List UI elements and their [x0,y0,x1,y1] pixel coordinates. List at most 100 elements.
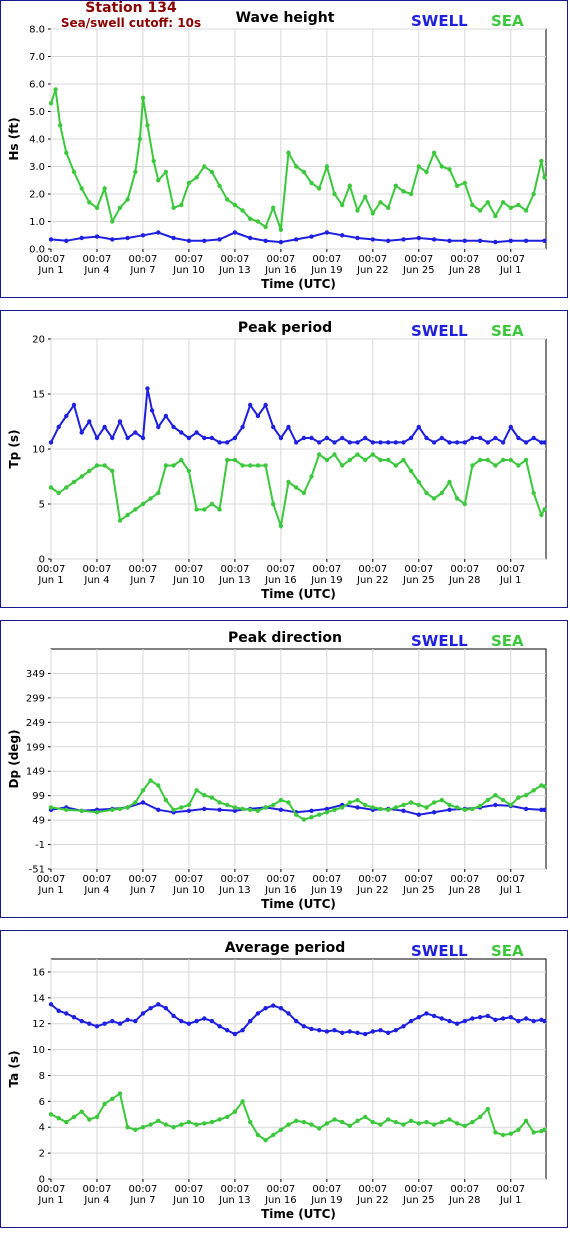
data-point-sea [133,1127,138,1132]
data-point-sea [317,452,322,457]
peak-period-panel: Peak period SWELL SEA 0 5 10 15 20 00:07 Jun 1 00:… [0,310,568,608]
y-tick-label: 8 [39,1071,45,1082]
data-point-swell [454,1021,460,1026]
data-point-sea [485,797,490,803]
data-point-sea [179,805,184,810]
y-tick-label: 7.0 [29,52,45,63]
x-tick-time: 00:07 [83,1184,112,1195]
data-point-sea [508,205,513,210]
data-point-sea [110,807,115,812]
data-point-sea [309,1122,314,1127]
data-point-swell [186,238,192,243]
data-point-swell [416,1015,421,1020]
data-point-sea [209,169,215,175]
plot-area [50,648,547,870]
data-point-swell [424,435,429,441]
data-point-sea [485,457,490,463]
data-point-sea [386,807,391,812]
data-point-sea [462,807,467,812]
x-tick-time: 00:07 [129,874,158,885]
x-axis-label: Time (UTC) [261,587,336,601]
data-point-sea [48,101,54,106]
data-point-sea [186,180,192,186]
data-point-sea [217,1117,222,1122]
data-point-swell [408,435,414,441]
data-point-sea [309,474,314,479]
data-point-sea [378,1122,383,1127]
x-tick-date: Jun 7 [129,1195,155,1206]
data-point-swell [531,1018,536,1024]
data-point-swell [523,440,529,445]
chart-title: Average period [225,940,346,956]
data-point-sea [202,793,207,798]
data-point-swell [286,424,291,430]
data-point-swell [140,233,146,238]
data-point-sea [133,507,138,512]
data-point-swell [301,435,307,441]
x-tick-time: 00:07 [175,564,204,575]
data-point-sea [286,1122,291,1127]
data-point-sea [516,463,521,468]
data-point-sea [156,1118,161,1123]
data-point-sea [408,1118,414,1123]
data-point-sea [462,1123,467,1129]
x-tick-date: Jul 1 [499,1195,522,1206]
data-point-swell [523,1016,529,1021]
data-point-sea [508,802,513,808]
data-point-sea [301,169,307,175]
x-tick-date: Jun 28 [448,265,481,276]
data-point-sea [470,1119,475,1125]
data-point-sea [171,205,176,210]
data-point-sea [347,800,352,805]
data-point-swell [439,435,444,441]
data-point-swell [416,424,421,430]
data-point-sea [340,805,345,810]
data-point-sea [225,457,230,463]
data-point-swell [48,237,54,242]
data-point-sea [125,197,130,202]
data-point-swell [225,1028,230,1033]
x-tick-date: Jun 1 [37,1195,63,1206]
legend-swell: SWELL [411,322,468,340]
data-point-sea [542,175,547,180]
data-point-swell [232,435,238,441]
x-tick-date: Jun 10 [172,1195,205,1206]
data-point-swell [156,424,161,430]
wave-height-panel: Station 134 Sea/swell cutoff: 10s Wave h… [0,0,568,298]
data-point-swell [263,402,268,408]
data-point-sea [48,805,54,810]
data-point-sea [401,802,406,808]
data-point-sea [477,803,483,809]
data-point-swell [355,440,360,445]
x-tick-date: Jun 1 [37,265,63,276]
data-point-sea [539,512,544,518]
data-point-swell [470,1016,475,1021]
data-point-swell [370,440,375,445]
data-point-swell [248,235,253,241]
data-point-swell [110,237,115,242]
data-point-sea [248,807,253,812]
data-point-sea [87,200,92,205]
data-point-sea [140,501,146,507]
x-tick-time: 00:07 [450,1184,479,1195]
data-point-sea [531,490,536,496]
x-tick-time: 00:07 [37,564,66,575]
data-point-swell [94,234,100,239]
data-point-sea [294,485,299,490]
data-point-swell [416,812,421,817]
data-point-swell [401,808,406,813]
data-point-swell [133,430,138,435]
data-point-sea [447,1117,452,1122]
x-tick-time: 00:07 [496,1184,525,1195]
data-point-sea [416,1121,421,1126]
x-tick-date: Jun 28 [448,885,481,896]
data-point-sea [209,501,215,507]
data-point-swell [186,435,192,441]
data-point-sea [137,136,143,142]
x-tick-date: Jun 13 [218,885,251,896]
data-point-sea [263,805,268,810]
data-point-sea [393,805,398,810]
data-point-sea [255,1132,261,1138]
data-point-sea [102,186,107,191]
data-point-swell [363,435,368,441]
